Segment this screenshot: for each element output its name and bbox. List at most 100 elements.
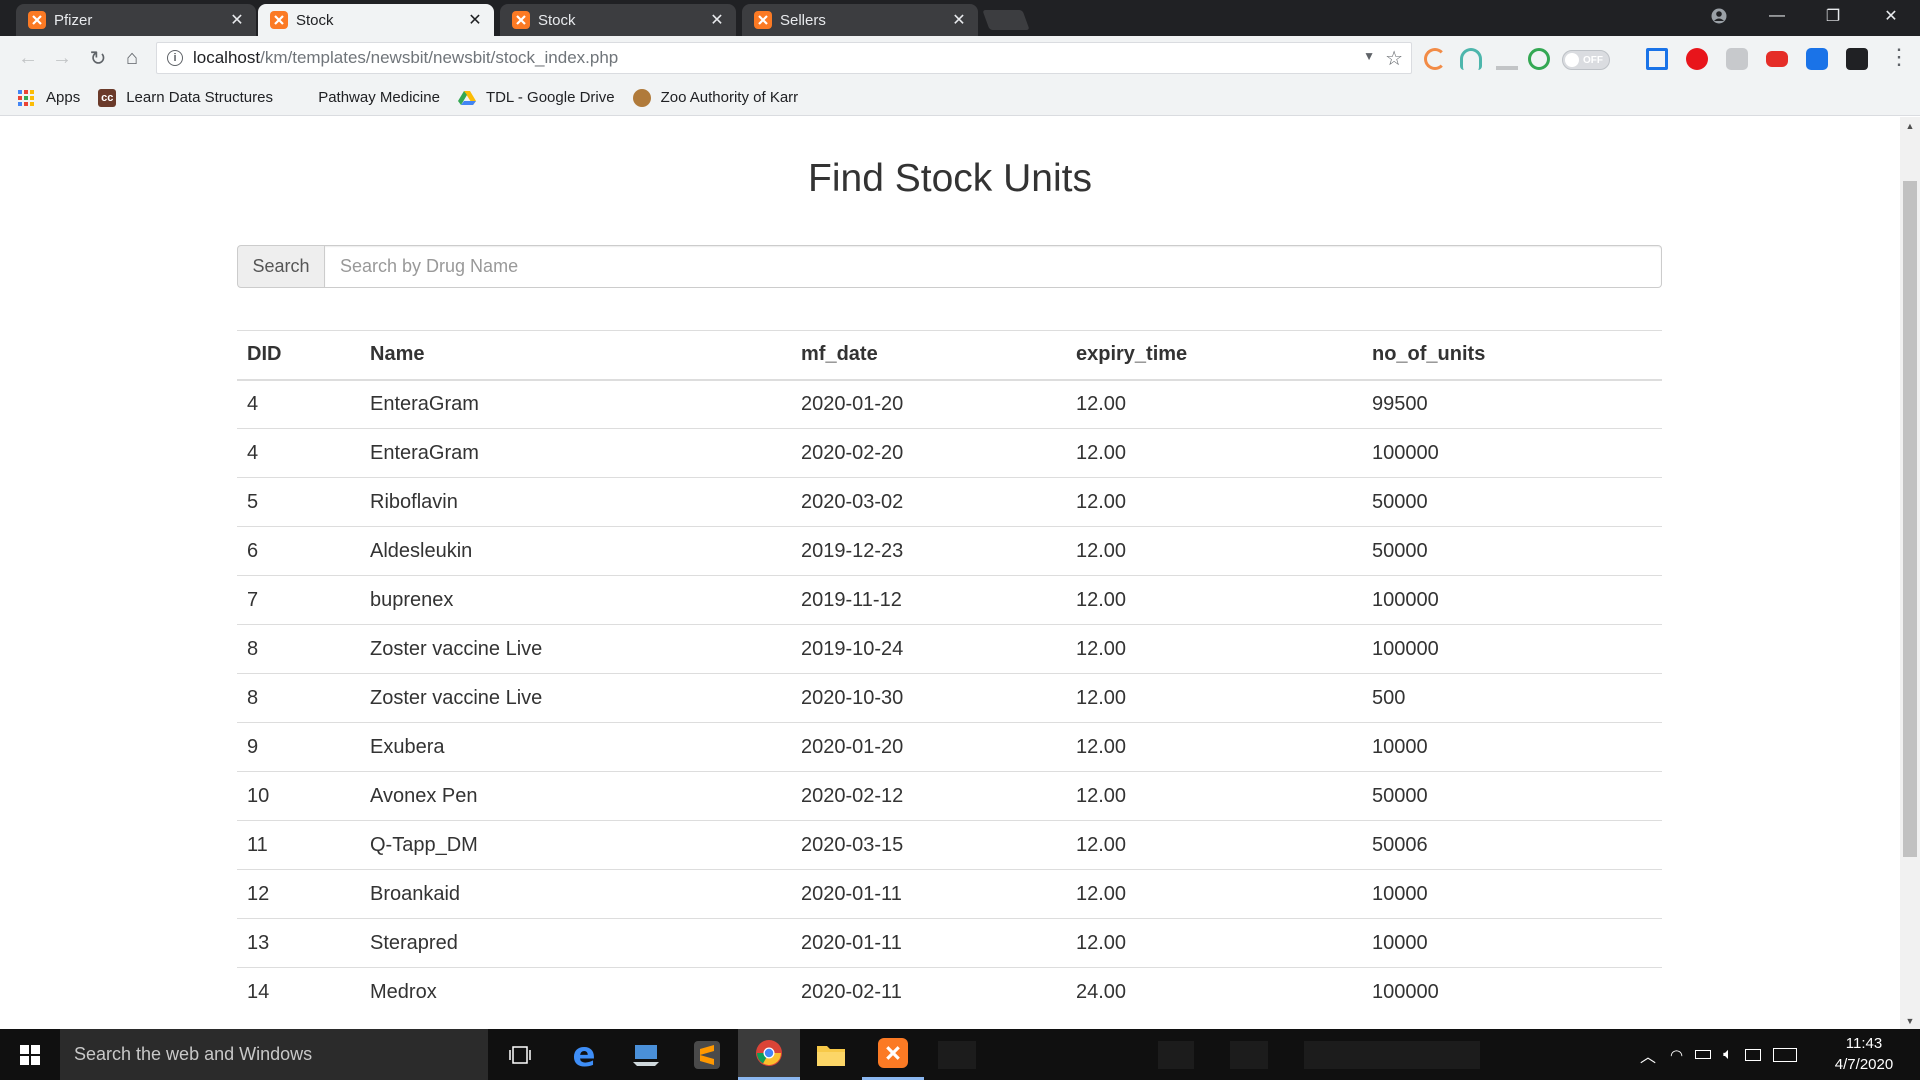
restore-button[interactable]: ❐ bbox=[1810, 0, 1856, 32]
home-button[interactable]: ⌂ bbox=[118, 44, 146, 72]
browser-toolbar: ← → ↻ ⌂ i localhost/km/templates/newsbit… bbox=[0, 36, 1920, 80]
cell-mf-date: 2020-01-11 bbox=[791, 869, 1066, 919]
power-download-icon[interactable] bbox=[1528, 48, 1550, 70]
cell-mf-date: 2020-02-12 bbox=[791, 771, 1066, 821]
tab-title: Stock bbox=[538, 11, 576, 29]
cell-mf-date: 2020-02-11 bbox=[791, 967, 1066, 1017]
opera-icon[interactable] bbox=[1686, 48, 1708, 70]
wifi-icon[interactable]: ◠ bbox=[1670, 1046, 1683, 1064]
cell-no-of-units: 50000 bbox=[1362, 771, 1662, 821]
cell-mf-date: 2020-10-30 bbox=[791, 673, 1066, 723]
cell-expiry-time: 12.00 bbox=[1066, 379, 1362, 429]
xampp-icon bbox=[754, 11, 772, 29]
bookmark-learn-data-structures[interactable]: cc Learn Data Structures bbox=[98, 88, 276, 107]
chrome-icon[interactable] bbox=[738, 1029, 800, 1080]
minimize-button[interactable]: ― bbox=[1754, 0, 1800, 32]
network-app-icon[interactable] bbox=[615, 1029, 677, 1080]
cell-did: 6 bbox=[237, 526, 360, 576]
cell-no-of-units: 50000 bbox=[1362, 526, 1662, 576]
bookmark-apps[interactable]: Apps bbox=[18, 89, 80, 106]
extension-toggle[interactable]: OFF bbox=[1562, 50, 1610, 70]
camera-icon[interactable] bbox=[1846, 48, 1868, 70]
profile-icon[interactable] bbox=[1696, 0, 1742, 32]
taskbar-search-box[interactable]: Search the web and Windows bbox=[60, 1029, 488, 1080]
cc-icon: cc bbox=[98, 88, 117, 107]
scroll-up-arrow-icon[interactable]: ▲ bbox=[1900, 117, 1920, 134]
close-icon[interactable]: ✕ bbox=[950, 11, 968, 29]
windows-taskbar: Search the web and Windows e ︿ ◠ 🔈︎ 11:4… bbox=[0, 1029, 1920, 1080]
cell-expiry-time: 12.00 bbox=[1066, 575, 1362, 625]
tab-sellers[interactable]: Sellers ✕ bbox=[742, 4, 978, 36]
bookmark-pathway-medicine[interactable]: Pathway Medicine bbox=[294, 89, 440, 107]
cell-expiry-time: 12.00 bbox=[1066, 869, 1362, 919]
zoo-emblem-icon bbox=[632, 88, 651, 107]
table-row: 14 Medrox 2020-02-11 24.00 100000 bbox=[237, 967, 1662, 1017]
bookmark-label: Learn Data Structures bbox=[126, 89, 273, 106]
battery-icon[interactable] bbox=[1695, 1050, 1712, 1059]
youtube-icon[interactable] bbox=[1766, 51, 1788, 67]
extension-c-icon[interactable] bbox=[1424, 48, 1446, 70]
tab-stock[interactable]: Stock ✕ bbox=[500, 4, 736, 36]
cell-did: 14 bbox=[237, 967, 360, 1017]
table-row: 6 Aldesleukin 2019-12-23 12.00 50000 bbox=[237, 526, 1662, 576]
start-button[interactable] bbox=[0, 1029, 60, 1080]
forward-button[interactable]: → bbox=[48, 44, 76, 72]
sublime-text-icon[interactable] bbox=[676, 1029, 738, 1080]
tab-stock-active[interactable]: Stock ✕ bbox=[258, 4, 494, 36]
edge-icon[interactable]: e bbox=[553, 1029, 615, 1080]
window-close-button[interactable]: ✕ bbox=[1868, 0, 1914, 32]
file-explorer-icon[interactable] bbox=[800, 1029, 862, 1080]
cell-did: 7 bbox=[237, 575, 360, 625]
menu-icon[interactable]: ⋮ bbox=[1888, 46, 1910, 68]
download-arrow-icon[interactable] bbox=[1806, 48, 1828, 70]
info-icon[interactable]: i bbox=[167, 50, 183, 66]
apps-grid-icon bbox=[18, 89, 34, 106]
new-tab-button[interactable] bbox=[982, 10, 1030, 30]
puzzle-icon[interactable] bbox=[1726, 48, 1748, 70]
chevron-up-icon[interactable]: ︿ bbox=[1640, 1043, 1656, 1067]
taskbar-blank-area bbox=[1304, 1041, 1480, 1069]
scroll-thumb[interactable] bbox=[1903, 181, 1917, 857]
column-header-mf-date: mf_date bbox=[791, 330, 1066, 381]
keyboard-icon[interactable] bbox=[1772, 1047, 1797, 1062]
headphones-icon[interactable] bbox=[1460, 48, 1482, 70]
system-clock[interactable]: 11:43 4/7/2020 bbox=[1826, 1033, 1902, 1075]
url-text[interactable]: localhost/km/templates/newsbit/newsbit/s… bbox=[193, 48, 618, 68]
table-row: 5 Riboflavin 2020-03-02 12.00 50000 bbox=[237, 477, 1662, 527]
tab-pfizer[interactable]: Pfizer ✕ bbox=[16, 4, 256, 36]
cell-mf-date: 2020-01-20 bbox=[791, 722, 1066, 772]
bookmark-zoo-authority[interactable]: Zoo Authority of Karr bbox=[632, 88, 801, 107]
close-icon[interactable]: ✕ bbox=[708, 11, 726, 29]
chevron-down-icon[interactable]: ▼ bbox=[1363, 49, 1375, 63]
xampp-icon[interactable] bbox=[862, 1029, 924, 1080]
column-header-expiry-time: expiry_time bbox=[1066, 330, 1362, 381]
close-icon[interactable]: ✕ bbox=[466, 11, 484, 29]
page-scrollbar[interactable]: ▲ ▼ bbox=[1900, 117, 1920, 1029]
bookmark-tdl-google-drive[interactable]: TDL - Google Drive bbox=[457, 89, 615, 107]
xampp-icon bbox=[270, 11, 288, 29]
bookmark-star-icon[interactable]: ☆ bbox=[1385, 46, 1403, 71]
search-button[interactable]: Search bbox=[237, 245, 325, 288]
back-button[interactable]: ← bbox=[14, 44, 42, 72]
download-tray-icon[interactable] bbox=[1496, 48, 1518, 70]
bookmark-label: Apps bbox=[46, 89, 81, 106]
table-row: 7 buprenex 2019-11-12 12.00 100000 bbox=[237, 575, 1662, 625]
volume-icon[interactable]: 🔈︎ bbox=[1723, 1046, 1733, 1064]
search-input[interactable] bbox=[325, 245, 1662, 288]
table-row: 8 Zoster vaccine Live 2020-10-30 12.00 500 bbox=[237, 673, 1662, 723]
task-view-icon[interactable] bbox=[489, 1029, 551, 1080]
table-row: 8 Zoster vaccine Live 2019-10-24 12.00 10000… bbox=[237, 624, 1662, 674]
cell-expiry-time: 12.00 bbox=[1066, 477, 1362, 527]
scroll-down-arrow-icon[interactable]: ▼ bbox=[1900, 1012, 1920, 1029]
notification-icon[interactable] bbox=[1744, 1048, 1761, 1061]
cell-name: Aldesleukin bbox=[360, 526, 791, 576]
blue-square-icon[interactable] bbox=[1646, 48, 1668, 70]
reload-button[interactable]: ↻ bbox=[84, 44, 112, 72]
cell-name: EnteraGram bbox=[360, 379, 791, 429]
bookmark-label: Zoo Authority of Karr bbox=[660, 89, 799, 106]
address-bar[interactable]: i localhost/km/templates/newsbit/newsbit… bbox=[156, 42, 1412, 74]
cell-no-of-units: 10000 bbox=[1362, 722, 1662, 772]
cell-no-of-units: 50000 bbox=[1362, 477, 1662, 527]
close-icon[interactable]: ✕ bbox=[228, 11, 246, 29]
column-header-did: DID bbox=[237, 330, 360, 381]
